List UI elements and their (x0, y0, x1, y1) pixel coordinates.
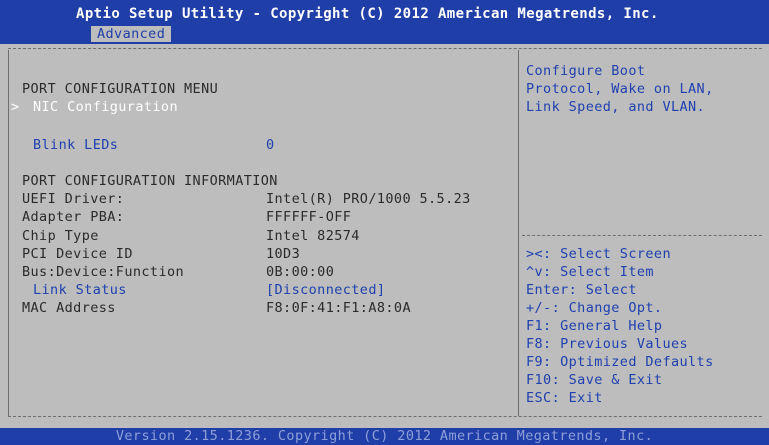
key-select-screen: ><: Select Screen (526, 246, 671, 262)
blink-leds-label[interactable]: Blink LEDs (33, 136, 118, 154)
main-frame: PORT CONFIGURATION MENU > NIC Configurat… (8, 48, 762, 418)
chip-type-label: Chip Type (22, 228, 99, 244)
key-change-opt: +/-: Change Opt. (526, 300, 663, 316)
frame-divider (518, 50, 519, 416)
adapter-pba-value: FFFFFF-OFF (266, 209, 352, 225)
nic-configuration-item[interactable]: NIC Configuration (33, 98, 178, 116)
menu-title: PORT CONFIGURATION MENU (22, 81, 219, 97)
chip-type-value: Intel 82574 (266, 228, 360, 244)
link-status-label[interactable]: Link Status (33, 281, 127, 299)
key-general-help: F1: General Help (526, 318, 663, 334)
help-line-1: Configure Boot (526, 63, 646, 79)
frame-bottom-border (8, 416, 762, 417)
key-previous-values: F8: Previous Values (526, 336, 689, 352)
key-esc-exit: ESC: Exit (526, 390, 603, 406)
help-divider (522, 235, 762, 236)
pci-device-id-value: 10D3 (266, 246, 301, 262)
bus-device-function-value: 0B:00:00 (266, 264, 335, 280)
key-select-item: ^v: Select Item (526, 264, 654, 280)
bus-device-function-label: Bus:Device:Function (22, 264, 185, 280)
pci-device-id-label: PCI Device ID (22, 246, 133, 262)
bios-title: Aptio Setup Utility - Copyright (C) 2012… (76, 6, 659, 22)
tab-advanced[interactable]: Advanced (91, 26, 172, 42)
frame-left-border (8, 50, 9, 416)
help-line-2: Protocol, Wake on LAN, (526, 81, 714, 97)
uefi-driver-label: UEFI Driver: (22, 191, 125, 207)
uefi-driver-value: Intel(R) PRO/1000 5.5.23 (266, 191, 471, 207)
selection-marker: > (11, 99, 20, 115)
info-title: PORT CONFIGURATION INFORMATION (22, 173, 278, 189)
version-footer: Version 2.15.1236. Copyright (C) 2012 Am… (0, 428, 769, 445)
help-line-3: Link Speed, and VLAN. (526, 99, 706, 115)
frame-top-border (8, 48, 762, 49)
key-optimized-defaults: F9: Optimized Defaults (526, 354, 714, 370)
link-status-value[interactable]: [Disconnected] (266, 281, 385, 299)
adapter-pba-label: Adapter PBA: (22, 209, 125, 225)
key-enter-select: Enter: Select (526, 282, 637, 298)
key-save-exit: F10: Save & Exit (526, 372, 663, 388)
mac-address-label: MAC Address (22, 300, 116, 316)
title-bar: Aptio Setup Utility - Copyright (C) 2012… (0, 0, 769, 44)
mac-address-value: F8:0F:41:F1:A8:0A (266, 300, 411, 316)
blink-leds-value[interactable]: 0 (266, 136, 275, 154)
